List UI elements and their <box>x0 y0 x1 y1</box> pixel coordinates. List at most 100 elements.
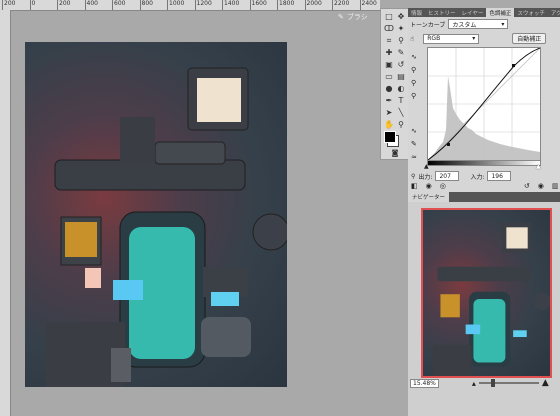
ruler-tick <box>139 0 141 10</box>
ruler-tick <box>84 0 86 10</box>
stamp-tool-icon[interactable]: ▣ <box>384 60 394 70</box>
navigator-zoom-bar: 15.48% ▴ ▲ <box>408 378 560 388</box>
ruler-label: 2200 <box>334 0 350 7</box>
move-tool-icon[interactable]: ✥ <box>396 12 406 22</box>
input-gradient-bar <box>427 160 541 166</box>
zoom-field[interactable]: 15.48% <box>410 378 439 388</box>
ruler-tick <box>332 0 333 10</box>
navigator-thumbnail <box>432 222 550 376</box>
left-ruler <box>0 10 11 416</box>
healing-brush-icon[interactable]: ✚ <box>384 48 394 58</box>
ruler-label: 1600 <box>251 0 267 7</box>
visibility-eye-icon[interactable]: ◉ <box>426 182 432 190</box>
foreground-color-swatch[interactable] <box>384 131 396 143</box>
toggle-visibility-icon[interactable]: ◉ <box>538 182 544 190</box>
zoom-slider[interactable] <box>478 379 539 387</box>
output-label: 出力: <box>418 173 433 181</box>
brush-panel-label: ブラシ <box>346 13 368 21</box>
pencil-tool-icon[interactable]: ✎ <box>411 140 417 148</box>
clip-layer-icon[interactable]: ◧ <box>411 182 418 190</box>
navigator-preview[interactable] <box>421 208 552 378</box>
zoom-in-icon[interactable]: ▲ <box>542 378 549 388</box>
ruler-label: 1400 <box>224 0 240 7</box>
ruler-tick <box>194 0 196 10</box>
tab-history[interactable]: ヒストリー <box>425 8 459 17</box>
shape-tool-icon[interactable]: ╲ <box>396 108 406 118</box>
zoom-out-icon[interactable]: ▴ <box>472 379 476 388</box>
top-ruler: 200 0 200 400 600 800 1000 1200 1400 1600 1800 2000… <box>0 0 380 11</box>
curve-edit-tool-icon[interactable]: ∿ <box>411 127 417 135</box>
tab-actions[interactable]: アクション <box>548 8 560 17</box>
trash-icon[interactable]: ▥ <box>552 182 559 190</box>
curves-preset-label: トーンカーブ <box>410 21 446 29</box>
input-field[interactable]: 196 <box>487 171 512 181</box>
type-tool-icon[interactable]: T <box>396 96 406 106</box>
ruler-tick <box>112 0 113 10</box>
ruler-label: 1200 <box>196 0 212 7</box>
curves-graph[interactable] <box>427 47 541 161</box>
eraser-tool-icon[interactable]: ▭ <box>384 72 394 82</box>
ruler-tick <box>167 0 168 10</box>
tab-info[interactable]: 情報 <box>408 8 425 17</box>
ruler-tick <box>222 0 223 10</box>
crop-tool-icon[interactable]: ⌗ <box>384 36 394 46</box>
dodge-tool-icon[interactable]: ◐ <box>396 84 406 94</box>
chevron-down-icon: ▾ <box>501 20 505 28</box>
gray-point-eyedropper-icon[interactable]: ⚲ <box>411 79 417 87</box>
path-select-icon[interactable]: ➤ <box>384 108 394 118</box>
white-point-eyedropper-icon[interactable]: ⚲ <box>411 92 417 100</box>
ruler-label: 2000 <box>306 0 322 7</box>
output-field[interactable]: 207 <box>435 171 460 181</box>
magic-wand-icon[interactable]: ✦ <box>396 24 406 34</box>
view-previous-icon[interactable]: ◎ <box>440 182 446 190</box>
marquee-tool-icon[interactable]: □ <box>384 12 394 22</box>
curves-preset-dropdown[interactable]: カスタム ▾ <box>448 19 509 29</box>
tab-layers[interactable]: レイヤー <box>459 8 487 17</box>
ruler-label: 1800 <box>279 0 295 7</box>
reset-icon[interactable]: ↺ <box>524 182 530 190</box>
auto-button[interactable]: 自動補正 <box>512 33 547 44</box>
tab-adjustments[interactable]: 色調補正 <box>486 8 515 17</box>
ruler-label: 800 <box>141 0 153 7</box>
curves-adjustment-panel: トーンカーブ カスタム ▾ ☝ RGB ▾ 自動補正 ∿ ⚲ ⚲ ⚲ ∿ ✎ ≈ <box>408 17 560 193</box>
tools-panel: □ ✥ ↀ ✦ ⌗ ⚲ ✚ ✎ ▣ ↺ ▭ ▤ ● ◐ ✒ T ➤ ╲ ✋ ⚲ … <box>380 8 410 160</box>
ruler-label: 600 <box>114 0 126 7</box>
brush-tool-icon[interactable]: ✎ <box>396 48 406 58</box>
ruler-label: 1000 <box>169 0 185 7</box>
white-slider-icon[interactable]: ▲ <box>536 163 541 170</box>
quick-mask-icon[interactable]: ◙ <box>390 148 400 158</box>
chevron-down-icon: ▾ <box>472 35 476 42</box>
ruler-tick <box>277 0 278 10</box>
ruler-label: 2400 <box>361 0 377 7</box>
brush-panel-tab[interactable]: ✎ ブラシ <box>338 10 368 24</box>
channel-dropdown[interactable]: RGB ▾ <box>423 33 480 44</box>
black-slider-icon[interactable]: ▲ <box>424 163 429 170</box>
zoom-tool-icon[interactable]: ⚲ <box>396 120 406 130</box>
targeted-adjust-hand-icon[interactable]: ☝ <box>410 35 414 43</box>
ruler-label: 200 <box>4 0 16 7</box>
gradient-tool-icon[interactable]: ▤ <box>396 72 406 82</box>
curves-histogram-svg <box>427 47 541 161</box>
navigator-tab-bar: ナビゲーター <box>408 192 560 202</box>
eyedropper-tool-icon[interactable]: ⚲ <box>396 36 406 46</box>
panel-tab-bar: 情報 ヒストリー レイヤー 色調補正 スウォッチ アクション <box>408 8 560 17</box>
artwork-image[interactable] <box>25 42 287 387</box>
tab-swatches[interactable]: スウォッチ <box>514 8 548 17</box>
eyedropper-icon[interactable]: ⚲ <box>411 173 415 180</box>
hand-tool-icon[interactable]: ✋ <box>384 120 394 130</box>
zoom-slider-handle[interactable] <box>490 379 495 387</box>
lasso-tool-icon[interactable]: ↀ <box>384 24 394 34</box>
input-label: 入力: <box>470 173 485 181</box>
navigator-panel: 15.48% ▴ ▲ <box>408 202 560 416</box>
sci-fi-machine-illustration <box>45 67 287 387</box>
smooth-icon[interactable]: ≈ <box>411 153 417 161</box>
ruler-tick <box>57 0 58 10</box>
curve-point-tool-icon[interactable]: ∿ <box>411 53 417 61</box>
pen-tool-icon[interactable]: ✒ <box>384 96 394 106</box>
black-point-eyedropper-icon[interactable]: ⚲ <box>411 66 417 74</box>
blur-tool-icon[interactable]: ● <box>384 84 394 94</box>
ruler-tick <box>29 0 31 10</box>
history-brush-icon[interactable]: ↺ <box>396 60 406 70</box>
brush-icon: ✎ <box>338 13 344 21</box>
tab-navigator[interactable]: ナビゲーター <box>408 192 450 202</box>
